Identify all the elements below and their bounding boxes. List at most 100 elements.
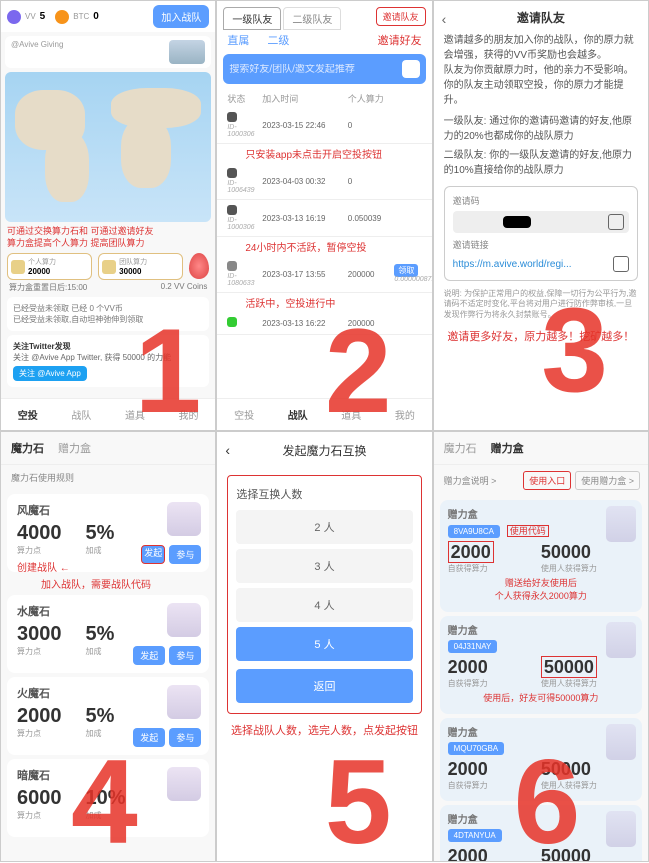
gift-card: 赠力盒 04J31NAY 2000自获得算力 50000使用人获得算力 使用后，… <box>440 616 642 714</box>
copy-icon[interactable] <box>613 256 629 272</box>
join-button[interactable]: 参与 <box>169 728 201 747</box>
btc-icon <box>55 10 69 24</box>
panel-giftbox: 魔力石 赠力盒 赠力盒说明 > 使用入口 使用赠力盒 > 赠力盒 8VA9U8C… <box>433 431 649 862</box>
stone-icon <box>167 685 201 719</box>
gift-icon <box>606 811 636 847</box>
panel-airdrop: VV 5 BTC 0 加入战队 @Avive Giving 可通过交换算力石和 … <box>0 0 216 431</box>
invite-friends-button[interactable]: 邀请队友 <box>376 7 426 26</box>
launch-button[interactable]: 发起 <box>141 545 165 564</box>
step-number: 3 <box>541 260 608 431</box>
annotation-power: 可通过交换算力石和 可通过邀请好友算力盒提高个人算力 提高团队算力 <box>7 226 209 249</box>
tab-props[interactable]: 道具 <box>324 399 378 430</box>
join-team-button[interactable]: 加入战队 <box>153 5 209 28</box>
team-power-box[interactable]: 团队算力30000 <box>98 253 183 280</box>
vv-label: VV <box>25 12 36 21</box>
stone-card-wind: 风魔石 4000算力点5%加成 创建战队 ← 发起参与 <box>7 494 209 572</box>
join-button[interactable]: 参与 <box>169 646 201 665</box>
follow-twitter-button[interactable]: 关注 @Avive App <box>13 366 87 381</box>
annotation-invite: 邀请更多好友，原力越多！挖矿越多！ <box>444 330 638 344</box>
stone-icon <box>167 502 201 536</box>
invite-label: 邀请好友 <box>378 32 422 48</box>
tab-airdrop[interactable]: 空投 <box>217 399 271 430</box>
tab-team[interactable]: 战队 <box>271 399 325 430</box>
search-input[interactable] <box>229 64 401 75</box>
tab-gift-box[interactable]: 赠力盒 <box>58 440 91 456</box>
world-map[interactable] <box>5 72 211 222</box>
friend-row[interactable]: 2023-03-13 16:22200000 <box>217 312 431 335</box>
person-icon <box>11 260 25 274</box>
panel-invite: ‹ 邀请队友 邀请越多的朋友加入你的战队，你的原力就会增强，获得的VV币奖励也会… <box>433 0 649 431</box>
reset-time: 算力盒重置日后:15:00 <box>9 282 87 293</box>
panel-exchange: ‹ 发起魔力石互换 选择互换人数 2 人 3 人 4 人 5 人 返回 选择战队人… <box>216 431 432 862</box>
city-icon <box>169 40 205 64</box>
friend-row[interactable]: ID-10064392023-04-03 00:320 <box>217 163 431 200</box>
use-giftbox-button[interactable]: 使用赠力盒 > <box>575 471 640 490</box>
stone-card-fire: 火魔石 2000算力点5%加成 发起参与 <box>7 677 209 755</box>
gift-card: 赠力盒 MQU70GBA 2000自获得算力 50000使用人获得算力 <box>440 718 642 801</box>
option-3[interactable]: 3 人 <box>236 549 412 583</box>
page-title: 发起魔力石互换 <box>282 444 366 458</box>
btc-label: BTC <box>73 12 89 21</box>
sub-direct[interactable]: 直属 <box>227 32 249 48</box>
gift-code[interactable]: MQU70GBA <box>448 742 504 755</box>
annotation-entry: 使用入口 <box>523 471 571 490</box>
sub-second[interactable]: 二级 <box>267 32 289 48</box>
tab-mine[interactable]: 我的 <box>162 399 216 430</box>
bottom-tabs: 空投 战队 道具 我的 <box>217 398 431 430</box>
copy-icon[interactable] <box>608 214 624 230</box>
btc-value: 0 <box>93 11 99 22</box>
gift-code[interactable]: 4DTANYUA <box>448 829 502 842</box>
stone-card-water: 水魔石 3000算力点5%加成 发起参与 <box>7 595 209 673</box>
tab-gift-box[interactable]: 赠力盒 <box>491 440 524 456</box>
gift-card: 赠力盒 4DTANYUA 2000自获得算力 50000使用人获得算力 <box>440 805 642 862</box>
option-4[interactable]: 4 人 <box>236 588 412 622</box>
tab-magic-stone[interactable]: 魔力石 <box>11 440 44 456</box>
annotation-active: 活跃中，空投进行中 <box>245 295 403 310</box>
back-button[interactable]: ‹ <box>225 442 230 458</box>
friend-row[interactable]: ID-10806332023-03-17 13:55200000领取0.0000… <box>217 256 431 293</box>
tab-level1[interactable]: 一级队友 <box>223 7 281 30</box>
join-button[interactable]: 参与 <box>169 545 201 564</box>
go-button[interactable]: 返回 <box>236 669 412 703</box>
bottom-tabs: 空投 战队 道具 我的 <box>1 398 215 430</box>
search-icon[interactable] <box>402 60 420 78</box>
tab-mine[interactable]: 我的 <box>378 399 432 430</box>
gift-card: 赠力盒 8VA9U8CA 使用代码 2000自获得算力 50000使用人获得算力… <box>440 500 642 612</box>
back-button[interactable]: ‹ <box>442 9 447 30</box>
annotation-create: 创建战队 <box>17 563 57 574</box>
annotation-select: 选择战队人数，选完人数，点发起按钮 <box>225 722 423 738</box>
gift-code[interactable]: 04J31NAY <box>448 640 498 653</box>
launch-button[interactable]: 发起 <box>133 646 165 665</box>
tab-props[interactable]: 道具 <box>108 399 162 430</box>
panel-team: 一级队友 二级队友 邀请队友 直属 二级 邀请好友 状态加入时间个人算力 ID-… <box>216 0 432 431</box>
gift-icon <box>606 724 636 760</box>
friend-list-header: 状态加入时间个人算力 <box>217 90 431 107</box>
search-bar[interactable] <box>223 54 425 84</box>
panel-stones: 魔力石 赠力盒 魔力石使用规则 风魔石 4000算力点5%加成 创建战队 ← 发… <box>0 431 216 862</box>
gift-icon <box>606 622 636 658</box>
vv-icon <box>7 10 21 24</box>
option-2[interactable]: 2 人 <box>236 510 412 544</box>
invite-code-box: 邀请码 邀请链接 https://m.avive.world/regi... <box>444 186 638 281</box>
tab-level2[interactable]: 二级队友 <box>283 7 341 30</box>
invite-link[interactable]: https://m.avive.world/regi... <box>453 257 572 272</box>
tab-magic-stone[interactable]: 魔力石 <box>444 440 477 456</box>
launch-button[interactable]: 发起 <box>133 728 165 747</box>
tab-team[interactable]: 战队 <box>55 399 109 430</box>
tab-airdrop[interactable]: 空投 <box>1 399 55 430</box>
step-number: 5 <box>325 733 392 862</box>
gift-code[interactable]: 8VA9U8CA <box>448 525 500 538</box>
annotation-friend: 使用后，好友可得50000算力 <box>448 691 634 704</box>
select-box: 选择互换人数 2 人 3 人 4 人 5 人 返回 <box>227 475 421 714</box>
balance-bar: VV 5 BTC 0 加入战队 <box>1 1 215 32</box>
gift-icon <box>606 506 636 542</box>
balloon-icon <box>189 253 209 279</box>
rules-link[interactable]: 赠力盒说明 > <box>444 474 497 487</box>
option-5[interactable]: 5 人 <box>236 627 412 661</box>
friend-row[interactable]: ID-10003062023-03-13 16:190.050039 <box>217 200 431 237</box>
rules-link[interactable]: 魔力石使用规则 <box>1 465 215 490</box>
friend-row[interactable]: ID-10003062023-03-15 22:460 <box>217 107 431 144</box>
personal-power-box[interactable]: 个人算力20000 <box>7 253 92 280</box>
banner-text: @Avive Giving <box>11 40 63 64</box>
invite-code-field[interactable] <box>453 211 629 233</box>
